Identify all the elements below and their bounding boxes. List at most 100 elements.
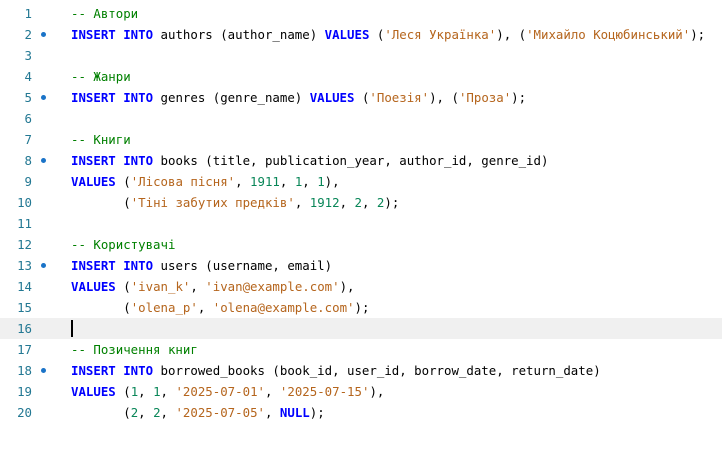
line-number: 10 — [17, 195, 32, 210]
code-line[interactable]: 10 ('Тіні забутих предків', 1912, 2, 2); — [0, 192, 722, 213]
line-number: 7 — [24, 132, 32, 147]
line-number: 4 — [24, 69, 32, 84]
code-token: ); — [384, 195, 400, 210]
code-token: INSERT INTO — [71, 90, 154, 105]
code-line[interactable]: 3 — [0, 45, 722, 66]
code-line[interactable]: 2 INSERT INTO authors (author_name) VALUE… — [0, 24, 722, 45]
line-number: 20 — [17, 405, 32, 420]
code-token: , — [197, 300, 213, 315]
code-text: ('Тіні забутих предків', 1912, 2, 2); — [71, 192, 399, 213]
code-text: ('olena_p', 'olena@example.com'); — [71, 297, 369, 318]
code-token: VALUES — [71, 384, 116, 399]
code-token: -- Позичення книг — [71, 342, 198, 357]
code-token: , — [190, 279, 206, 294]
code-line[interactable]: 18 INSERT INTO borrowed_books (book_id, u… — [0, 360, 722, 381]
code-line[interactable]: 12 -- Користувачі — [0, 234, 722, 255]
code-token: -- Користувачі — [71, 237, 176, 252]
code-token: authors (author_name) — [153, 27, 325, 42]
line-number: 11 — [17, 216, 32, 231]
code-token: 1912 — [309, 195, 340, 210]
code-line-current[interactable]: 16 — [0, 318, 722, 339]
code-token: ( — [115, 174, 131, 189]
code-token: -- Жанри — [71, 69, 131, 84]
code-token: 'olena_p' — [130, 300, 198, 315]
code-token: 1 — [153, 384, 161, 399]
code-token: 'Михайло Коцюбинський' — [526, 27, 691, 42]
code-token: , — [279, 174, 295, 189]
code-text: VALUES ('ivan_k', 'ivan@example.com'), — [71, 276, 355, 297]
code-token: ), ( — [429, 90, 459, 105]
code-token: , — [138, 384, 154, 399]
code-line[interactable]: 4 -- Жанри — [0, 66, 722, 87]
line-number: 15 — [17, 300, 32, 315]
code-token: , — [302, 174, 318, 189]
code-token: ), — [339, 279, 355, 294]
line-number: 16 — [17, 321, 32, 336]
code-text: -- Жанри — [71, 66, 131, 87]
code-token: INSERT INTO — [71, 363, 154, 378]
statement-run-marker-icon[interactable] — [41, 95, 46, 100]
code-token: 1911 — [250, 174, 280, 189]
code-token: ); — [354, 300, 370, 315]
code-token: , — [339, 195, 355, 210]
code-token: , — [160, 405, 176, 420]
text-cursor — [71, 320, 73, 337]
code-line[interactable]: 9 VALUES ('Лісова пісня', 1911, 1, 1), — [0, 171, 722, 192]
line-number: 6 — [24, 111, 32, 126]
code-line[interactable]: 8 INSERT INTO books (title, publication_y… — [0, 150, 722, 171]
code-line[interactable]: 1 -- Автори — [0, 3, 722, 24]
code-line[interactable]: 13 INSERT INTO users (username, email) — [0, 255, 722, 276]
code-line[interactable]: 11 — [0, 213, 722, 234]
sql-code-editor[interactable]: 1 -- Автори 2 INSERT INTO authors (author_n… — [0, 0, 722, 458]
code-token: 2 — [153, 405, 161, 420]
code-token: genres (genre_name) — [153, 90, 310, 105]
code-token: , — [160, 384, 176, 399]
code-line[interactable]: 6 — [0, 108, 722, 129]
code-text: -- Автори — [71, 3, 138, 24]
code-token: , — [265, 384, 280, 399]
statement-run-marker-icon[interactable] — [41, 32, 46, 37]
code-token: INSERT INTO — [71, 258, 154, 273]
line-number: 12 — [17, 237, 32, 252]
code-token: ( — [71, 300, 131, 315]
code-token: ( — [369, 27, 385, 42]
code-token: users (username, email) — [153, 258, 333, 273]
code-token: INSERT INTO — [71, 153, 154, 168]
statement-run-marker-icon[interactable] — [41, 368, 46, 373]
code-token: ( — [115, 384, 131, 399]
code-text: INSERT INTO authors (author_name) VALUES… — [71, 24, 705, 45]
code-token: ( — [115, 279, 131, 294]
statement-run-marker-icon[interactable] — [41, 263, 46, 268]
code-token: INSERT INTO — [71, 27, 154, 42]
code-line[interactable]: 14 VALUES ('ivan_k', 'ivan@example.com'), — [0, 276, 722, 297]
code-token: ); — [690, 27, 706, 42]
code-text: VALUES (1, 1, '2025-07-01', '2025-07-15'… — [71, 381, 384, 402]
code-token: ), ( — [496, 27, 527, 42]
code-token: 'ivan@example.com' — [205, 279, 340, 294]
code-token: 'Проза' — [458, 90, 512, 105]
code-line[interactable]: 15 ('olena_p', 'olena@example.com'); — [0, 297, 722, 318]
code-token: '2025-07-15' — [279, 384, 370, 399]
code-text: -- Книги — [71, 129, 131, 150]
code-token: 'Тіні забутих предків' — [130, 195, 295, 210]
code-line[interactable]: 7 -- Книги — [0, 129, 722, 150]
code-token: ( — [354, 90, 370, 105]
code-line[interactable]: 19 VALUES (1, 1, '2025-07-01', '2025-07-1… — [0, 381, 722, 402]
code-token: books (title, publication_year, author_i… — [153, 153, 549, 168]
line-number: 17 — [17, 342, 32, 357]
code-token: VALUES — [324, 27, 370, 42]
statement-run-marker-icon[interactable] — [41, 158, 46, 163]
code-line[interactable]: 20 (2, 2, '2025-07-05', NULL); — [0, 402, 722, 423]
code-line[interactable]: 17 -- Позичення книг — [0, 339, 722, 360]
code-token: , — [235, 174, 251, 189]
code-token: VALUES — [309, 90, 355, 105]
code-token: ( — [71, 195, 131, 210]
code-token: , — [294, 195, 310, 210]
line-number: 8 — [24, 153, 32, 168]
code-token: -- Книги — [71, 132, 131, 147]
code-token: '2025-07-05' — [175, 405, 265, 420]
code-token: , — [361, 195, 377, 210]
code-text: -- Позичення книг — [71, 339, 198, 360]
code-token: borrowed_books (book_id, user_id, borrow… — [153, 363, 601, 378]
code-line[interactable]: 5 INSERT INTO genres (genre_name) VALUES … — [0, 87, 722, 108]
